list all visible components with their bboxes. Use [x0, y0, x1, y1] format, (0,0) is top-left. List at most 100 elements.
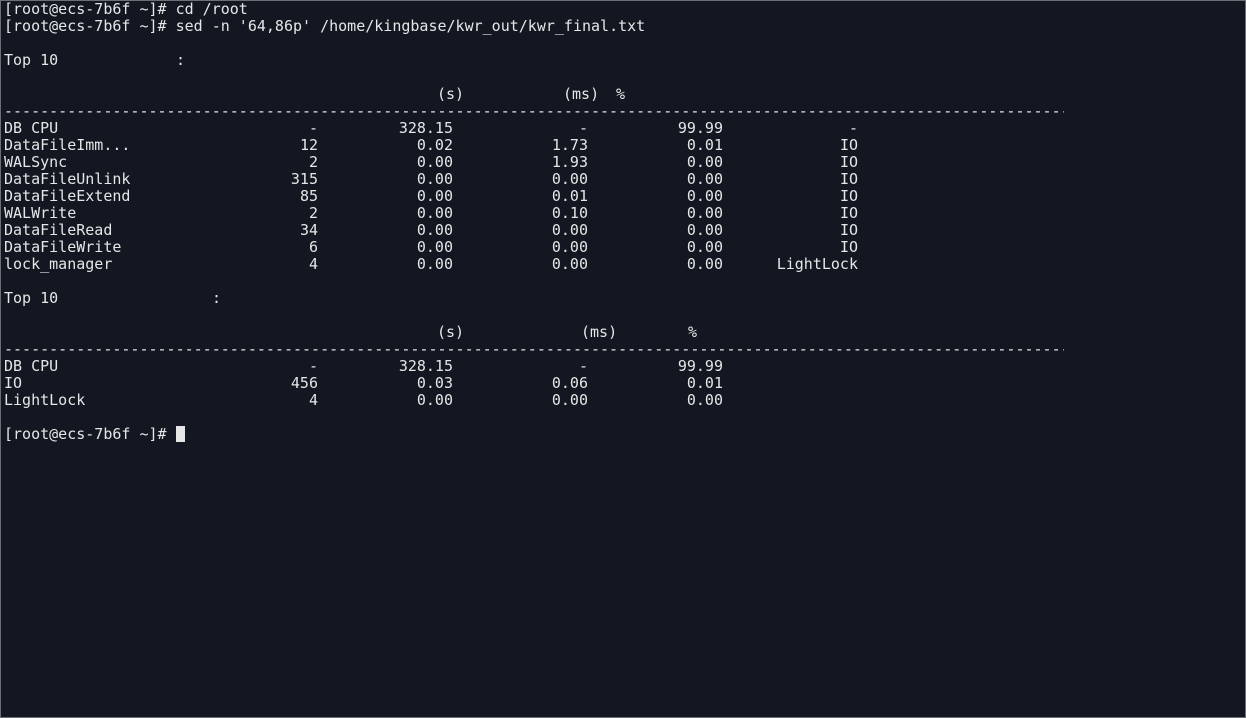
row-count: 12 — [299, 136, 318, 154]
table-row: DataFileWrite 6 0.00 0.00 0.00 IO — [4, 239, 1242, 256]
row-count: 2 — [308, 153, 318, 171]
row-event-name: DB CPU — [4, 357, 59, 375]
separator-line: ----------------------------------------… — [4, 103, 1242, 120]
row-event-name: DataFileWrite — [4, 238, 122, 256]
row-time-seconds: 0.02 — [416, 136, 453, 154]
row-avg-ms: 0.06 — [551, 374, 588, 392]
row-avg-ms: 0.00 — [551, 170, 588, 188]
table-row: DataFileRead 34 0.00 0.00 0.00 IO — [4, 222, 1242, 239]
separator: ----------------------------------------… — [4, 103, 1064, 120]
row-wait-class: - — [848, 119, 858, 137]
row-event-name: DB CPU — [4, 119, 59, 137]
row-avg-ms: 0.00 — [551, 391, 588, 409]
row-event-name: lock_manager — [4, 255, 113, 273]
section1-table: DB CPU - 328.15 - 99.99 - DataFileImm... 12 0.02… — [4, 120, 1242, 273]
section-title-text: Top 10 — [4, 51, 59, 69]
row-avg-ms: 1.73 — [551, 136, 588, 154]
header-seconds: (s) — [437, 323, 465, 341]
command-line[interactable]: [root@ecs-7b6f ~]# — [4, 426, 1242, 443]
row-event-name: DataFileUnlink — [4, 170, 131, 188]
row-avg-ms: 0.00 — [551, 221, 588, 239]
row-time-seconds: 0.00 — [416, 153, 453, 171]
row-percent: 99.99 — [677, 357, 723, 375]
row-percent: 0.01 — [686, 374, 723, 392]
shell-prompt: [root@ecs-7b6f ~]# — [4, 17, 167, 35]
row-time-seconds: 328.15 — [398, 119, 453, 137]
row-event-name: LightLock — [4, 391, 86, 409]
command-text: cd /root — [175, 0, 248, 18]
row-time-seconds: 0.00 — [416, 255, 453, 273]
row-time-seconds: 0.00 — [416, 187, 453, 205]
row-count: 4 — [308, 255, 318, 273]
row-avg-ms: 0.01 — [551, 187, 588, 205]
row-percent: 0.00 — [686, 153, 723, 171]
section-title-text: Top 10 — [4, 289, 59, 307]
row-time-seconds: 0.00 — [416, 238, 453, 256]
row-percent: 0.00 — [686, 187, 723, 205]
table-row: lock_manager 4 0.00 0.00 0.00 LightLock — [4, 256, 1242, 273]
row-time-seconds: 328.15 — [398, 357, 453, 375]
header-ms: (ms) — [581, 323, 618, 341]
row-count: - — [308, 119, 318, 137]
row-time-seconds: 0.00 — [416, 204, 453, 222]
row-event-name: IO — [4, 374, 23, 392]
section-title-colon: : — [212, 289, 222, 307]
row-event-name: DataFileRead — [4, 221, 113, 239]
table-row: DataFileImm... 12 0.02 1.73 0.01 IO — [4, 137, 1242, 154]
section2-table: DB CPU -328.15-99.99 IO 456 0.03 0.06 0.01 Ligh… — [4, 358, 1242, 409]
row-wait-class: IO — [839, 187, 858, 205]
section1-header: (s) (ms) % — [4, 86, 1242, 103]
row-avg-ms: - — [578, 119, 588, 137]
row-count: 4 — [308, 391, 318, 409]
row-percent: 0.01 — [686, 136, 723, 154]
text-cursor[interactable] — [175, 426, 185, 442]
terminal-window[interactable]: [root@ecs-7b6f ~]# cd /root [root@ecs-7b… — [0, 0, 1246, 718]
row-avg-ms: 0.10 — [551, 204, 588, 222]
row-avg-ms: - — [578, 357, 588, 375]
row-count: 456 — [290, 374, 318, 392]
section2-title: Top 10 : — [4, 290, 1242, 307]
table-row: WALSync 2 0.00 1.93 0.00 IO — [4, 154, 1242, 171]
row-wait-class: IO — [839, 153, 858, 171]
row-percent: 99.99 — [677, 119, 723, 137]
shell-prompt: [root@ecs-7b6f ~]# — [4, 425, 167, 443]
row-wait-class: IO — [839, 170, 858, 188]
row-time-seconds: 0.03 — [416, 374, 453, 392]
row-count: 2 — [308, 204, 318, 222]
header-ms: (ms) — [563, 85, 600, 103]
section1-title: Top 10 : — [4, 52, 1242, 69]
header-percent: % — [616, 85, 626, 103]
table-row: WALWrite 2 0.00 0.10 0.00 IO — [4, 205, 1242, 222]
row-count: 6 — [308, 238, 318, 256]
row-avg-ms: 0.00 — [551, 238, 588, 256]
row-percent: 0.00 — [686, 391, 723, 409]
row-count: 34 — [299, 221, 318, 239]
row-time-seconds: 0.00 — [416, 170, 453, 188]
row-avg-ms: 1.93 — [551, 153, 588, 171]
row-percent: 0.00 — [686, 204, 723, 222]
command-line: [root@ecs-7b6f ~]# sed -n '64,86p' /home… — [4, 18, 1242, 35]
row-wait-class: IO — [839, 136, 858, 154]
table-row: DataFileUnlink 315 0.00 0.00 0.00 IO — [4, 171, 1242, 188]
separator: ----------------------------------------… — [4, 341, 1064, 358]
table-row: IO 456 0.03 0.06 0.01 — [4, 375, 1242, 392]
section-title-colon: : — [176, 51, 186, 69]
terminal-output: [root@ecs-7b6f ~]# cd /root [root@ecs-7b… — [4, 1, 1242, 443]
row-avg-ms: 0.00 — [551, 255, 588, 273]
table-row: LightLock 4 0.00 0.00 0.00 — [4, 392, 1242, 409]
row-time-seconds: 0.00 — [416, 221, 453, 239]
command-text: sed -n '64,86p' /home/kingbase/kwr_out/k… — [175, 17, 646, 35]
row-wait-class: IO — [839, 238, 858, 256]
row-event-name: DataFileImm... — [4, 136, 131, 154]
table-row: DB CPU - 328.15 - 99.99 — [4, 358, 1242, 375]
command-line: [root@ecs-7b6f ~]# cd /root — [4, 1, 1242, 18]
row-percent: 0.00 — [686, 255, 723, 273]
row-wait-class: LightLock — [776, 255, 858, 273]
row-count: 315 — [290, 170, 318, 188]
row-event-name: WALWrite — [4, 204, 77, 222]
